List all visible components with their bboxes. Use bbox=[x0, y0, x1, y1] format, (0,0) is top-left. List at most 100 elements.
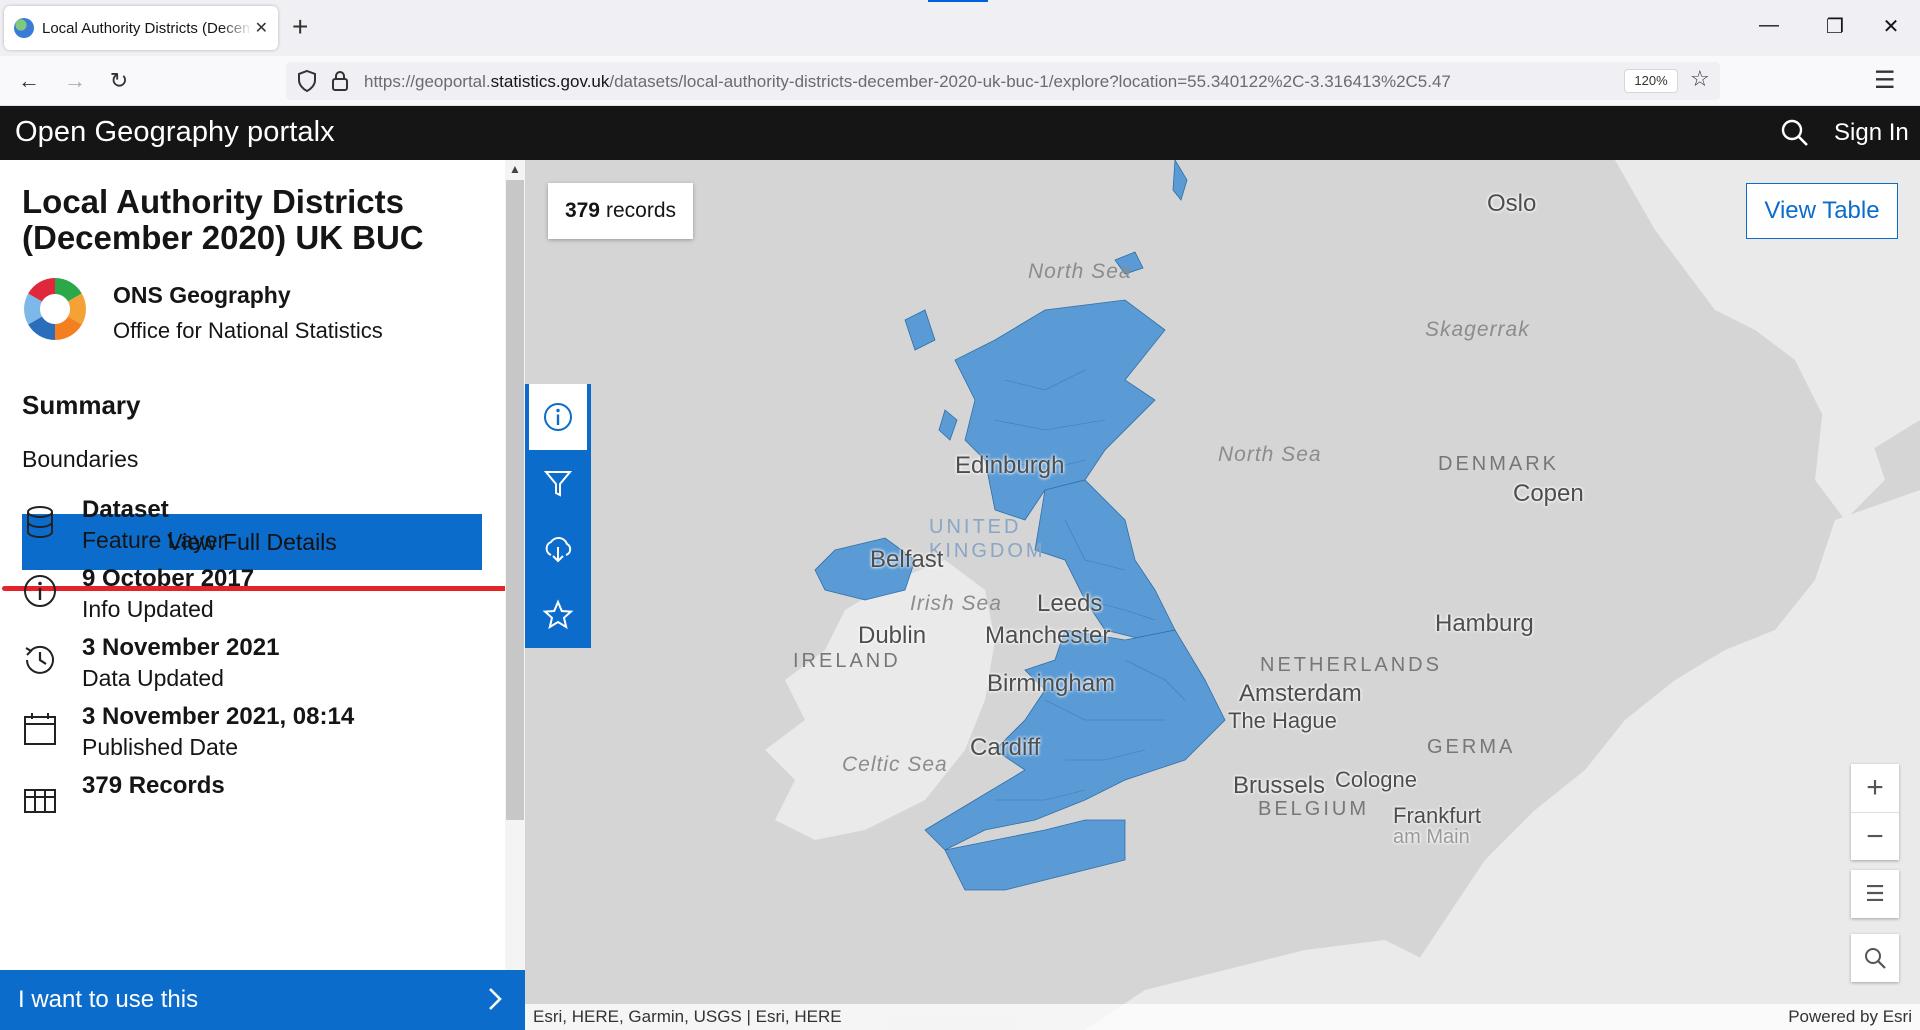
map-view[interactable]: North Sea North Sea Skagerrak Oslo DENMA… bbox=[525, 160, 1920, 1030]
history-clock-icon bbox=[25, 645, 54, 674]
view-table-button[interactable]: View Table bbox=[1746, 183, 1898, 239]
map-label-leeds: Leeds bbox=[1037, 590, 1103, 617]
info-circle-icon bbox=[544, 403, 572, 431]
map-label-skagerrak: Skagerrak bbox=[1425, 318, 1530, 341]
meta-item-dataset: Dataset Feature Layer bbox=[22, 496, 482, 562]
map-label-birmingham: Birmingham bbox=[987, 670, 1116, 697]
map-label-germany: GERMA bbox=[1427, 736, 1516, 758]
map-label-cardiff: Cardiff bbox=[970, 734, 1041, 761]
records-count: 379 bbox=[564, 199, 600, 222]
summary-text: Boundaries bbox=[22, 446, 139, 472]
map-label-the-hague: The Hague bbox=[1228, 708, 1337, 733]
summary-heading: Summary bbox=[22, 390, 141, 420]
meta-value: Dataset bbox=[82, 496, 169, 523]
ons-logo-icon bbox=[24, 278, 86, 340]
map-label-belgium: BELGIUM bbox=[1258, 798, 1370, 820]
map-label-manchester: Manchester bbox=[985, 622, 1111, 649]
tab-close-icon[interactable]: ✕ bbox=[255, 18, 268, 38]
map-label-edinburgh: Edinburgh bbox=[955, 452, 1065, 479]
map-label-oslo: Oslo bbox=[1487, 190, 1537, 217]
meta-item-records: 379 Records bbox=[22, 772, 482, 838]
map-label-north-sea: North Sea bbox=[1028, 260, 1132, 283]
sign-in-link[interactable]: Sign In bbox=[1834, 119, 1909, 147]
map-label-dublin: Dublin bbox=[858, 622, 927, 649]
map-label-irish-sea: Irish Sea bbox=[910, 592, 1002, 615]
map-label-belfast: Belfast bbox=[870, 546, 944, 573]
browser-nav-bar: ← → ↻ https://geoportal.statistics.gov.u… bbox=[0, 56, 1920, 106]
chevron-right-icon bbox=[489, 988, 502, 1010]
zoom-in-button[interactable]: + bbox=[1851, 764, 1899, 812]
forward-arrow-icon[interactable]: → bbox=[60, 66, 90, 96]
url-prefix: https://geoportal. bbox=[364, 72, 491, 91]
legend-control: ☰ bbox=[1851, 870, 1899, 918]
map-label-united: UNITED bbox=[929, 516, 1022, 538]
map-attribution: Esri, HERE, Garmin, USGS | Esri, HERE Po… bbox=[525, 1004, 1920, 1030]
meta-label: Info Updated bbox=[82, 596, 214, 622]
info-circle-icon bbox=[24, 575, 56, 607]
portal-header: Open Geography portalx Sign In bbox=[0, 106, 1920, 160]
zoom-out-button[interactable]: − bbox=[1851, 812, 1899, 860]
map-search-button[interactable] bbox=[1851, 934, 1899, 982]
shield-icon[interactable] bbox=[296, 69, 318, 93]
legend-list-icon[interactable]: ☰ bbox=[1851, 870, 1899, 918]
browser-tab-bar: Local Authority Districts (December 2020… bbox=[0, 0, 1920, 56]
hamburger-menu-icon[interactable]: ☰ bbox=[1874, 66, 1896, 95]
info-tool-button[interactable] bbox=[525, 384, 587, 450]
meta-label: Feature Layer bbox=[82, 527, 226, 553]
favorite-tool-button[interactable] bbox=[525, 582, 591, 648]
new-tab-button[interactable]: + bbox=[292, 12, 308, 42]
url-domain: statistics.gov.uk bbox=[490, 72, 610, 91]
reload-icon[interactable]: ↻ bbox=[104, 66, 134, 96]
back-arrow-icon[interactable]: ← bbox=[14, 66, 44, 96]
search-icon[interactable] bbox=[1780, 118, 1810, 148]
lock-icon[interactable] bbox=[330, 69, 350, 93]
basemap-svg bbox=[765, 160, 1920, 1030]
calendar-icon bbox=[24, 713, 56, 745]
map-label-celtic-sea: Celtic Sea bbox=[842, 753, 948, 776]
map-label-north-sea: North Sea bbox=[1218, 443, 1322, 466]
meta-item-data-updated: 3 November 2021 Data Updated bbox=[22, 634, 482, 700]
portal-title[interactable]: Open Geography portalx bbox=[15, 116, 335, 149]
owner-organization: Office for National Statistics bbox=[113, 318, 383, 343]
filter-tool-button[interactable] bbox=[525, 450, 591, 516]
powered-by-esri[interactable]: Powered by Esri bbox=[1788, 1007, 1912, 1027]
map-label-cologne: Cologne bbox=[1335, 767, 1417, 792]
meta-value: 3 November 2021 bbox=[82, 634, 280, 661]
meta-item-info-updated: 9 October 2017 Info Updated bbox=[22, 565, 482, 631]
side-panel-scrollbar-thumb[interactable] bbox=[506, 180, 524, 820]
records-label: records bbox=[606, 199, 677, 222]
records-count-badge: 379 records bbox=[548, 183, 693, 239]
dataset-title: Local Authority Districts (December 2020… bbox=[22, 183, 424, 256]
map-label-netherlands: NETHERLANDS bbox=[1260, 654, 1442, 676]
map-label-amsterdam: Amsterdam bbox=[1239, 680, 1362, 707]
download-tool-button[interactable] bbox=[525, 516, 591, 582]
attribution-sources[interactable]: Esri, HERE, Garmin, USGS | Esri, HERE bbox=[533, 1007, 842, 1027]
meta-item-published-date: 3 November 2021, 08:14 Published Date bbox=[22, 703, 482, 769]
map-label-brussels: Brussels bbox=[1233, 772, 1326, 799]
i-want-to-use-this-button[interactable]: I want to use this bbox=[0, 970, 525, 1030]
map-label-ireland: IRELAND bbox=[793, 650, 901, 672]
zoom-level-badge[interactable]: 120% bbox=[1624, 69, 1678, 93]
meta-label: Data Updated bbox=[82, 665, 224, 691]
meta-value: 3 November 2021, 08:14 bbox=[82, 703, 355, 730]
map-label-kingdom: KINGDOM bbox=[929, 540, 1046, 562]
minimize-icon[interactable]: — bbox=[1754, 14, 1784, 37]
meta-value: 9 October 2017 bbox=[82, 565, 255, 592]
tab-bar-accent bbox=[928, 0, 988, 2]
tab-title: Local Authority Districts (December 2020… bbox=[42, 19, 252, 37]
owner-name[interactable]: ONS Geography bbox=[113, 282, 291, 309]
filter-funnel-icon bbox=[543, 471, 573, 497]
scroll-up-arrow-icon[interactable]: ▲ bbox=[506, 160, 524, 178]
map-label-denmark: DENMARK bbox=[1438, 453, 1560, 475]
map-label-hamburg: Hamburg bbox=[1435, 610, 1534, 637]
use-this-label: I want to use this bbox=[18, 986, 199, 1013]
restore-icon[interactable]: ❐ bbox=[1820, 14, 1850, 39]
address-bar[interactable]: https://geoportal.statistics.gov.uk/data… bbox=[286, 62, 1720, 100]
bookmark-star-icon[interactable]: ☆ bbox=[1690, 66, 1710, 92]
url-text[interactable]: https://geoportal.statistics.gov.uk/data… bbox=[364, 72, 1451, 92]
browser-tab[interactable]: Local Authority Districts (December 2020… bbox=[4, 6, 278, 50]
database-icon bbox=[27, 506, 53, 539]
cloud-download-icon bbox=[545, 537, 572, 563]
url-path: /datasets/local-authority-districts-dece… bbox=[609, 72, 1451, 91]
close-icon[interactable]: ✕ bbox=[1876, 14, 1906, 39]
